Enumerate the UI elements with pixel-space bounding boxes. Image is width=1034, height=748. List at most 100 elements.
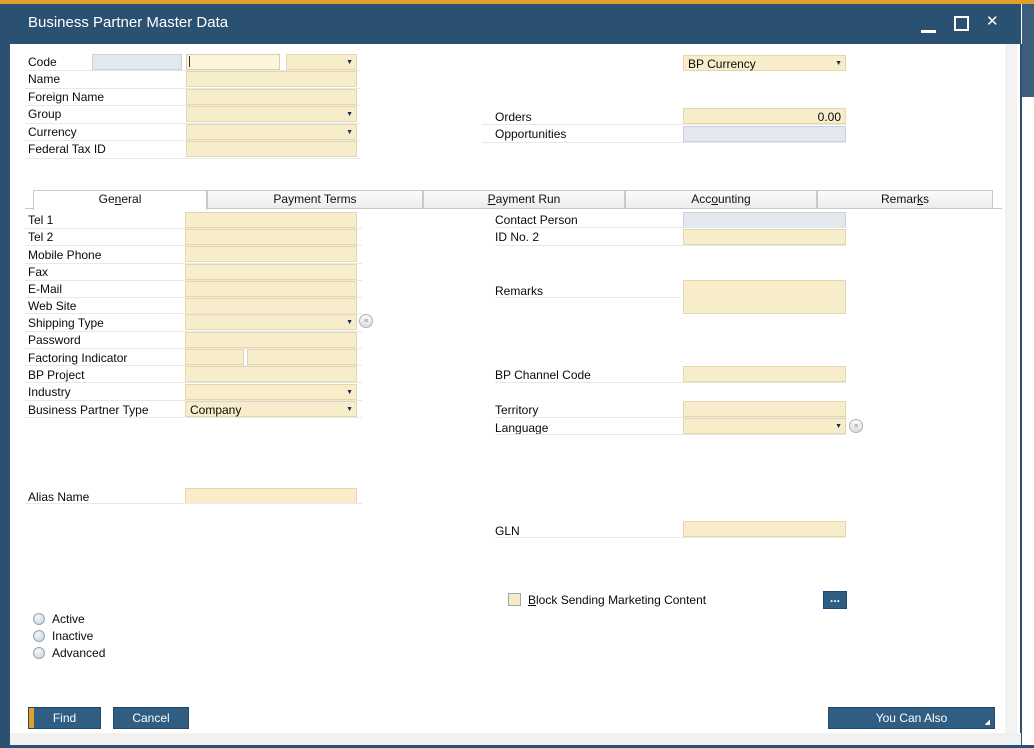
federal-tax-id-label: Federal Tax ID xyxy=(28,142,106,157)
active-radio[interactable] xyxy=(33,613,45,625)
remarks-input[interactable] xyxy=(683,280,846,314)
separator xyxy=(482,124,846,125)
window-title: Business Partner Master Data xyxy=(28,15,228,30)
email-input[interactable] xyxy=(185,281,357,297)
code-series-combo[interactable]: ▼ xyxy=(286,54,357,70)
business-partner-type-label: Business Partner Type xyxy=(28,403,149,418)
opportunities-label: Opportunities xyxy=(495,127,566,142)
federal-tax-id-input[interactable] xyxy=(186,141,357,157)
territory-input[interactable] xyxy=(683,401,846,417)
tab-label: s xyxy=(923,192,929,206)
tab-label: ayment Run xyxy=(496,192,561,206)
code-input[interactable] xyxy=(186,54,280,70)
industry-combo[interactable]: ▼ xyxy=(185,384,357,400)
advanced-radio[interactable] xyxy=(33,647,45,659)
maximize-button[interactable] xyxy=(954,16,969,31)
code-label: Code xyxy=(28,55,57,70)
group-label: Group xyxy=(28,107,61,122)
minimize-button[interactable] xyxy=(921,30,936,33)
corner-menu-icon: ◢ xyxy=(985,719,990,726)
foreign-name-input[interactable] xyxy=(186,89,357,105)
separator xyxy=(495,537,846,538)
gln-input[interactable] xyxy=(683,521,846,537)
currency-combo[interactable]: ▼ xyxy=(186,124,357,140)
contact-person-field xyxy=(683,212,846,228)
bp-currency-combo[interactable]: BP Currency ▼ xyxy=(683,55,846,71)
tab-payment-run[interactable]: Payment Run xyxy=(423,190,625,209)
tab-label-key: P xyxy=(488,192,496,206)
web-site-label: Web Site xyxy=(28,299,76,314)
dropdown-arrow-icon: ▼ xyxy=(346,389,353,396)
fax-input[interactable] xyxy=(185,264,357,280)
name-input[interactable] xyxy=(186,71,357,87)
password-label: Password xyxy=(28,333,81,348)
window-behind-right xyxy=(1022,4,1034,97)
shipping-type-combo[interactable]: ▼ xyxy=(185,314,357,330)
dropdown-arrow-icon: ▼ xyxy=(346,59,353,66)
orders-field[interactable]: 0.00 xyxy=(683,108,846,124)
tel1-input[interactable] xyxy=(185,212,357,228)
choose-from-list-icon[interactable]: ≡ xyxy=(849,419,863,433)
separator xyxy=(495,297,681,298)
business-partner-type-combo[interactable]: Company ▼ xyxy=(185,401,357,417)
dropdown-arrow-icon: ▼ xyxy=(835,423,842,430)
separator xyxy=(25,382,362,383)
web-site-input[interactable] xyxy=(185,298,357,314)
tab-label: Acc xyxy=(691,192,711,206)
separator xyxy=(482,142,846,143)
contact-person-label: Contact Person xyxy=(495,213,578,228)
dropdown-arrow-icon: ▼ xyxy=(346,406,353,413)
group-combo[interactable]: ▼ xyxy=(186,106,357,122)
block-marketing-checkbox[interactable] xyxy=(508,593,521,606)
find-button-label: Find xyxy=(53,711,76,725)
bp-project-label: BP Project xyxy=(28,368,84,383)
mobile-phone-input[interactable] xyxy=(185,246,357,262)
separator xyxy=(495,434,846,435)
block-marketing-label: Block Sending Marketing Content xyxy=(528,593,706,608)
factoring-indicator-label: Factoring Indicator xyxy=(28,351,127,366)
close-button[interactable]: ✕ xyxy=(986,14,999,29)
tab-general[interactable]: General xyxy=(33,190,207,210)
separator xyxy=(25,417,362,418)
industry-label: Industry xyxy=(28,385,71,400)
factoring-indicator-input[interactable] xyxy=(185,349,244,365)
scrollbar-track[interactable] xyxy=(1005,44,1017,733)
bp-channel-code-input[interactable] xyxy=(683,366,846,382)
orders-value: 0.00 xyxy=(818,110,841,124)
email-label: E-Mail xyxy=(28,282,62,297)
id-no-2-input[interactable] xyxy=(683,229,846,245)
default-button-stripe xyxy=(29,708,34,728)
language-combo[interactable]: ▼ xyxy=(683,418,846,434)
tab-label: Payment Terms xyxy=(273,192,356,206)
window-left-border xyxy=(0,44,10,745)
cancel-button[interactable]: Cancel xyxy=(113,707,189,729)
opportunities-field xyxy=(683,126,846,142)
tel1-label: Tel 1 xyxy=(28,213,53,228)
find-button[interactable]: Find xyxy=(28,707,101,729)
orders-label: Orders xyxy=(495,110,532,125)
separator xyxy=(25,158,360,159)
currency-label: Currency xyxy=(28,125,77,140)
factoring-indicator-name-input[interactable] xyxy=(247,349,357,365)
label-part: lock Sending Marketing Content xyxy=(536,593,706,607)
foreign-name-label: Foreign Name xyxy=(28,90,104,105)
bp-project-input[interactable] xyxy=(185,366,357,382)
dropdown-arrow-icon: ▼ xyxy=(835,60,842,67)
inactive-radio[interactable] xyxy=(33,630,45,642)
you-can-also-button[interactable]: You Can Also ◢ xyxy=(828,707,995,729)
active-radio-label: Active xyxy=(52,612,85,627)
alias-name-input[interactable] xyxy=(185,488,357,504)
password-input[interactable] xyxy=(185,332,357,348)
tel2-input[interactable] xyxy=(185,229,357,245)
tab-accounting[interactable]: Accounting xyxy=(625,190,817,209)
tab-payment-terms[interactable]: Payment Terms xyxy=(207,190,423,209)
separator xyxy=(495,245,846,246)
dropdown-arrow-icon: ▼ xyxy=(346,319,353,326)
fax-label: Fax xyxy=(28,265,48,280)
territory-label: Territory xyxy=(495,403,538,418)
tab-label: Ge xyxy=(99,192,115,206)
marketing-more-button[interactable]: ... xyxy=(823,591,847,609)
tab-remarks[interactable]: Remarks xyxy=(817,190,993,209)
choose-from-list-icon[interactable]: ≡ xyxy=(359,314,373,328)
business-partner-type-value: Company xyxy=(190,403,241,417)
